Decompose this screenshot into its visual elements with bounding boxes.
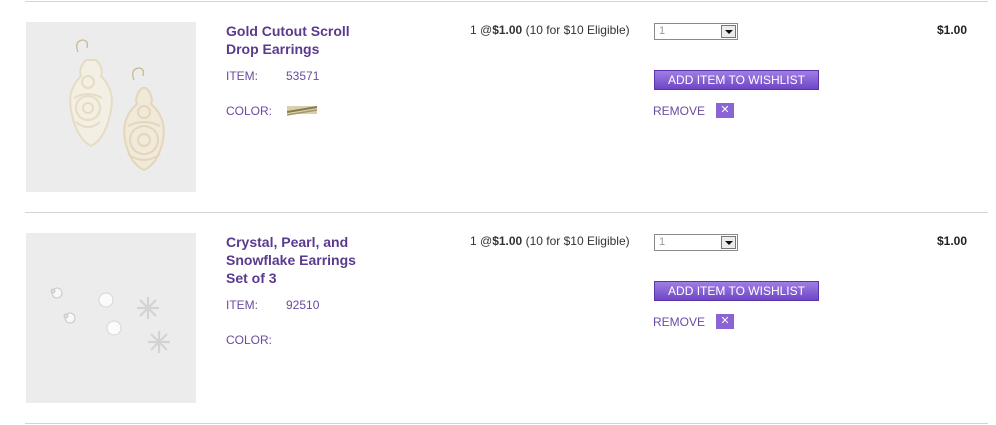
- chevron-down-icon[interactable]: [721, 236, 736, 249]
- color-swatch: [287, 106, 317, 116]
- cart-item: Crystal, Pearl, and Snowflake Earrings S…: [0, 211, 996, 421]
- line-total: $1.00: [936, 23, 967, 37]
- quantity-select[interactable]: 1: [654, 23, 738, 40]
- chevron-down-icon[interactable]: [721, 25, 736, 38]
- close-icon[interactable]: ✕: [716, 103, 734, 118]
- add-to-wishlist-button[interactable]: ADD ITEM TO WISHLIST: [654, 281, 819, 301]
- item-label: ITEM:: [226, 69, 258, 83]
- line-total: $1.00: [936, 234, 967, 248]
- divider: [25, 423, 988, 424]
- close-icon[interactable]: ✕: [716, 314, 734, 329]
- unit-price: 1 @$1.00 (10 for $10 Eligible): [470, 234, 630, 248]
- color-label: COLOR:: [226, 104, 273, 118]
- unit-price: 1 @$1.00 (10 for $10 Eligible): [470, 23, 630, 37]
- item-number: 53571: [286, 69, 320, 83]
- remove-link[interactable]: REMOVE: [653, 104, 705, 118]
- remove-link[interactable]: REMOVE: [653, 315, 705, 329]
- product-image-earrings[interactable]: [26, 22, 196, 192]
- item-number: 92510: [286, 298, 320, 312]
- cart-item: Gold Cutout Scroll Drop Earrings ITEM: 5…: [0, 0, 996, 210]
- product-image-earrings-set[interactable]: [26, 233, 196, 403]
- item-label: ITEM:: [226, 298, 258, 312]
- quantity-select[interactable]: 1: [654, 234, 738, 251]
- product-name[interactable]: Crystal, Pearl, and Snowflake Earrings S…: [226, 233, 376, 287]
- product-name[interactable]: Gold Cutout Scroll Drop Earrings: [226, 22, 376, 58]
- add-to-wishlist-button[interactable]: ADD ITEM TO WISHLIST: [654, 70, 819, 90]
- color-label: COLOR:: [226, 333, 273, 347]
